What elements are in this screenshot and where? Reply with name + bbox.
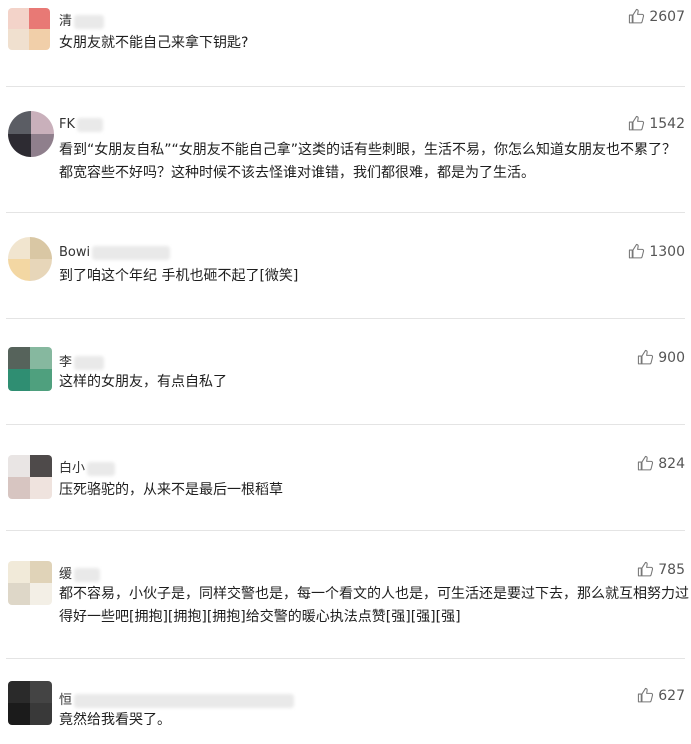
like-count: 2607 <box>649 8 685 25</box>
comment-text: 女朋友就不能自己来拿下钥匙? <box>59 35 249 51</box>
username-redaction <box>77 117 104 132</box>
like-count: 824 <box>658 455 685 472</box>
like-button[interactable]: 1300 <box>628 243 685 260</box>
username-redaction <box>74 567 101 582</box>
like-button[interactable]: 824 <box>637 455 685 472</box>
comment-item: 缓 785 都不容易，小伙子是，同样交警也是，每一个看文的人也是，可生活还是要过… <box>0 531 691 658</box>
thumbs-up-icon <box>638 349 654 365</box>
like-count: 785 <box>658 561 685 578</box>
thumbs-up-icon <box>629 8 645 24</box>
comment-text: 都不容易，小伙子是，同样交警也是，每一个看文的人也是，可生活还是要过下去，那么就… <box>59 586 689 625</box>
thumbs-up-icon <box>638 687 654 703</box>
like-button[interactable]: 785 <box>637 561 685 578</box>
username[interactable]: 白小 <box>59 457 116 476</box>
thumbs-up-icon <box>638 561 654 577</box>
comment-item: 恒 627 竟然给我看哭了。 <box>0 659 691 744</box>
username-redaction <box>92 245 171 260</box>
like-count: 627 <box>658 687 685 704</box>
username[interactable]: FK <box>59 117 104 132</box>
username-text: 白小 <box>59 461 86 476</box>
avatar[interactable] <box>8 347 52 391</box>
like-button[interactable]: 2607 <box>628 8 685 25</box>
username[interactable]: 缓 <box>59 563 101 582</box>
comment-item: 李 900 这样的女朋友，有点自私了 <box>0 319 691 424</box>
comment-text: 压死骆驼的，从来不是最后一根稻草 <box>59 482 283 498</box>
avatar[interactable] <box>8 681 52 725</box>
comment-text: 看到“女朋友自私”“女朋友不能自己拿”这类的话有些刺眼，生活不易，你怎么知道女朋… <box>59 142 677 181</box>
username-redaction <box>74 14 105 29</box>
username-text: 缓 <box>59 567 73 582</box>
comment-item: Bowi 1300 到了咱这个年纪 手机也砸不起了[微笑] <box>0 213 691 318</box>
username[interactable]: 恒 <box>59 689 295 708</box>
avatar[interactable] <box>8 111 54 157</box>
username-text: FK <box>59 117 76 132</box>
like-count: 1300 <box>649 243 685 260</box>
like-button[interactable]: 900 <box>637 349 685 366</box>
comment-item: FK 1542 看到“女朋友自私”“女朋友不能自己拿”这类的话有些刺眼，生活不易… <box>0 87 691 212</box>
username-redaction <box>87 461 116 476</box>
comment-list: 清 2607 女朋友就不能自己来拿下钥匙? FK 1542 看到“女朋友自私”“… <box>0 0 691 744</box>
comment-text: 这样的女朋友，有点自私了 <box>59 374 227 390</box>
username-redaction <box>74 355 105 370</box>
like-count: 1542 <box>649 115 685 132</box>
thumbs-up-icon <box>629 243 645 259</box>
username-text: 清 <box>59 14 73 29</box>
username-text: 恒 <box>59 693 73 708</box>
avatar[interactable] <box>8 455 52 499</box>
comment-item: 清 2607 女朋友就不能自己来拿下钥匙? <box>0 0 691 86</box>
like-count: 900 <box>658 349 685 366</box>
thumbs-up-icon <box>638 455 654 471</box>
username-redaction <box>74 693 295 708</box>
like-button[interactable]: 627 <box>637 687 685 704</box>
username-text: Bowi <box>59 245 91 260</box>
comment-text: 竟然给我看哭了。 <box>59 712 171 728</box>
avatar[interactable] <box>8 561 52 605</box>
username-text: 李 <box>59 355 73 370</box>
thumbs-up-icon <box>629 115 645 131</box>
like-button[interactable]: 1542 <box>628 115 685 132</box>
comment-text: 到了咱这个年纪 手机也砸不起了[微笑] <box>59 268 299 284</box>
comment-item: 白小 824 压死骆驼的，从来不是最后一根稻草 <box>0 425 691 530</box>
username[interactable]: Bowi <box>59 245 171 260</box>
username[interactable]: 李 <box>59 351 105 370</box>
username[interactable]: 清 <box>59 10 105 29</box>
avatar[interactable] <box>8 237 52 281</box>
avatar[interactable] <box>8 8 50 50</box>
